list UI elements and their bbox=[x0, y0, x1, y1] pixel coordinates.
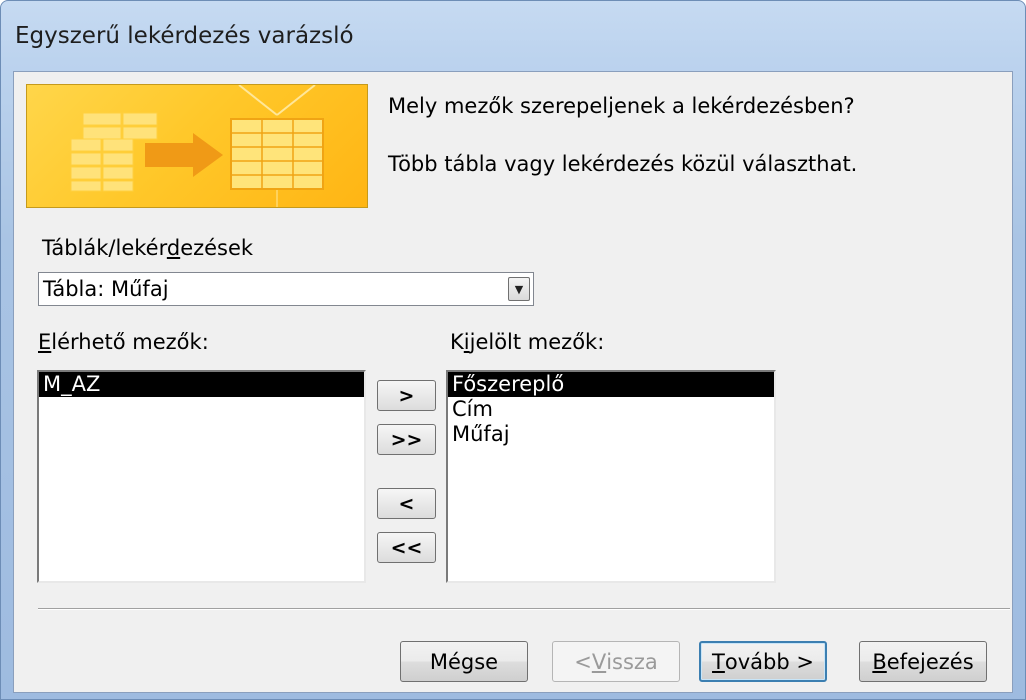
combobox-value: Tábla: Műfaj bbox=[43, 277, 169, 301]
wizard-banner-illustration bbox=[26, 84, 368, 208]
remove-field-button[interactable]: < bbox=[377, 488, 436, 519]
next-button[interactable]: Tovább > bbox=[699, 641, 827, 682]
add-all-fields-button[interactable]: >> bbox=[377, 424, 436, 455]
chevron-down-icon[interactable]: ▼ bbox=[508, 277, 530, 301]
list-item[interactable]: Főszereplő bbox=[448, 372, 774, 397]
back-button[interactable]: < Vissza bbox=[552, 641, 680, 682]
available-fields-label: Elérhető mezők: bbox=[38, 330, 209, 354]
wizard-question: Mely mezők szerepeljenek a lekérdezésben… bbox=[388, 94, 855, 118]
add-field-button[interactable]: > bbox=[377, 380, 436, 411]
footer-divider bbox=[38, 608, 1010, 610]
list-item[interactable]: M_AZ bbox=[39, 372, 364, 397]
available-fields-list[interactable]: M_AZ bbox=[37, 370, 366, 583]
title-bar[interactable]: Egyszerű lekérdezés varázsló bbox=[1, 1, 1025, 71]
selected-fields-list[interactable]: Főszereplő Cím Műfaj bbox=[446, 370, 776, 583]
list-item[interactable]: Cím bbox=[448, 397, 774, 422]
selected-fields-label: Kijelölt mezők: bbox=[450, 330, 605, 354]
table-to-query-icon bbox=[70, 85, 324, 207]
finish-button[interactable]: Befejezés bbox=[859, 641, 987, 682]
wizard-hint: Több tábla vagy lekérdezés közül választ… bbox=[388, 152, 858, 176]
window-title: Egyszerű lekérdezés varázsló bbox=[15, 23, 354, 49]
cancel-button[interactable]: Mégse bbox=[400, 641, 528, 682]
tables-queries-label: Táblák/lekérdezések bbox=[42, 236, 254, 260]
tables-queries-combobox[interactable]: Tábla: Műfaj ▼ bbox=[38, 272, 534, 306]
remove-all-fields-button[interactable]: << bbox=[377, 532, 436, 563]
list-item[interactable]: Műfaj bbox=[448, 422, 774, 447]
